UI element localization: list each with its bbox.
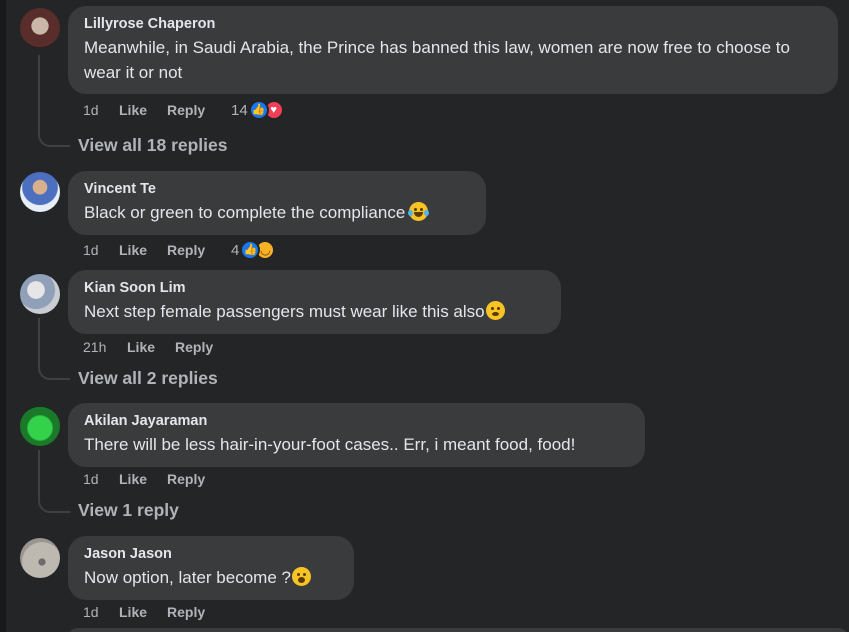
comment-text-content: Now option, later become ? xyxy=(84,568,291,587)
thread-line xyxy=(38,318,40,368)
comment-actions: 1d Like Reply xyxy=(83,601,231,623)
reply-button[interactable]: Reply xyxy=(167,242,231,258)
like-button[interactable]: Like xyxy=(119,604,167,620)
comment-timestamp[interactable]: 1d xyxy=(83,102,119,118)
comment-timestamp[interactable]: 1d xyxy=(83,604,119,620)
comment-text: Now option, later become ? xyxy=(84,565,340,590)
like-reaction-icon: 👍 xyxy=(248,100,269,120)
reply-button[interactable]: Reply xyxy=(167,604,231,620)
thread-connector xyxy=(38,497,70,513)
avatar[interactable] xyxy=(20,538,60,578)
comment-actions: 21h Like Reply xyxy=(83,336,239,358)
thread-line xyxy=(38,55,40,135)
comment-bubble: Jason Jason Now option, later become ? xyxy=(68,536,354,600)
like-button[interactable]: Like xyxy=(119,242,167,258)
like-button[interactable]: Like xyxy=(127,339,175,355)
comment-actions: 1d Like Reply xyxy=(83,468,231,490)
comment-bubble: Akilan Jayaraman There will be less hair… xyxy=(68,403,645,467)
comment-text: There will be less hair-in-your-foot cas… xyxy=(84,435,576,454)
comment-timestamp[interactable]: 1d xyxy=(83,242,119,258)
view-replies-link[interactable]: View 1 reply xyxy=(78,500,179,521)
comment-actions: 1d Like Reply 4 👍 ◡ xyxy=(83,239,276,261)
comment-author[interactable]: Jason Jason xyxy=(84,545,340,563)
thread-connector xyxy=(38,364,70,380)
reply-button[interactable]: Reply xyxy=(175,339,239,355)
avatar[interactable] xyxy=(20,172,60,212)
thread-line xyxy=(38,450,40,501)
comment-timestamp[interactable]: 21h xyxy=(83,339,127,355)
avatar[interactable] xyxy=(20,274,60,314)
comment-text: Meanwhile, in Saudi Arabia, the Prince h… xyxy=(84,38,790,82)
view-replies-link[interactable]: View all 18 replies xyxy=(78,135,228,156)
reaction-count: 14 xyxy=(231,101,248,119)
comment-author[interactable]: Vincent Te xyxy=(84,180,472,198)
comment-actions: 1d Like Reply 14 👍 ♥ xyxy=(83,99,284,121)
comment-text-content: Next step female passengers must wear li… xyxy=(84,302,485,321)
reaction-summary[interactable]: 4 👍 ◡ xyxy=(231,240,276,260)
comment-bubble: Vincent Te Black or green to complete th… xyxy=(68,171,486,235)
like-button[interactable]: Like xyxy=(119,471,167,487)
comment-author[interactable]: Kian Soon Lim xyxy=(84,279,547,297)
comment-text: Black or green to complete the complianc… xyxy=(84,200,472,225)
comment-bubble: Kian Soon Lim Next step female passenger… xyxy=(68,270,561,334)
comment-bubble: Lillyrose Chaperon Meanwhile, in Saudi A… xyxy=(68,6,838,94)
comment-author[interactable]: Lillyrose Chaperon xyxy=(84,15,824,33)
like-button[interactable]: Like xyxy=(119,102,167,118)
reaction-summary[interactable]: 14 👍 ♥ xyxy=(231,100,284,120)
avatar[interactable] xyxy=(20,8,60,48)
comment-author[interactable]: Akilan Jayaraman xyxy=(84,412,631,430)
next-comment-bubble xyxy=(68,628,848,632)
laughing-tears-emoji-icon xyxy=(408,202,430,221)
reply-button[interactable]: Reply xyxy=(167,471,231,487)
reply-button[interactable]: Reply xyxy=(167,102,231,118)
comment-text: Next step female passengers must wear li… xyxy=(84,299,547,324)
comment-text-content: Black or green to complete the complianc… xyxy=(84,203,406,222)
avatar[interactable] xyxy=(20,406,60,446)
comment-timestamp[interactable]: 1d xyxy=(83,471,119,487)
reaction-count: 4 xyxy=(231,241,240,259)
thread-connector xyxy=(38,131,70,147)
hand-over-mouth-emoji-icon xyxy=(485,301,505,320)
screaming-face-emoji-icon xyxy=(291,567,311,586)
view-replies-link[interactable]: View all 2 replies xyxy=(78,368,218,389)
comments-panel: Lillyrose Chaperon Meanwhile, in Saudi A… xyxy=(6,0,849,632)
